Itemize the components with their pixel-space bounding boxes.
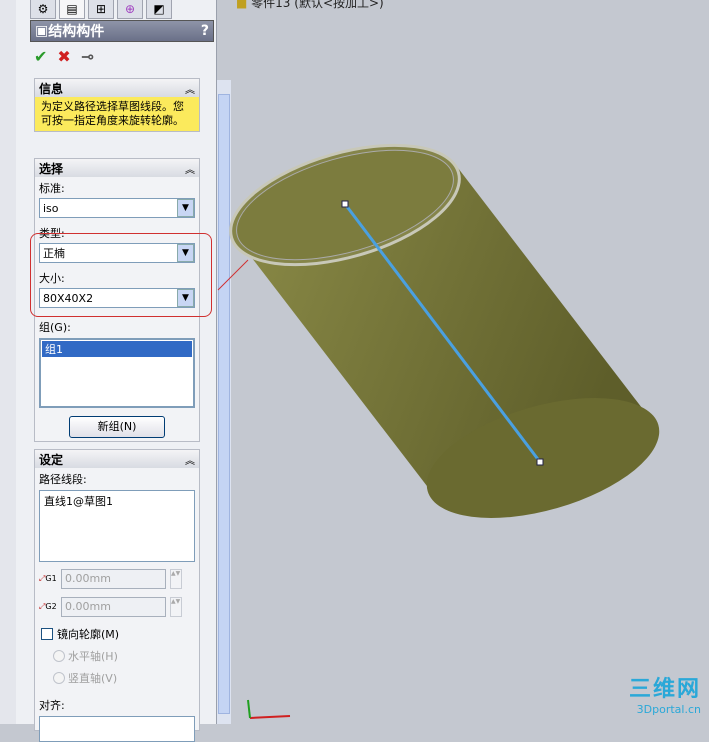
watermark-logo: 三维网 3Dportal.cn (629, 671, 701, 716)
sketch-endpoint[interactable] (341, 200, 349, 208)
watermark-text: 三维网 (628, 677, 701, 702)
sketch-endpoint[interactable] (536, 458, 544, 466)
triad-icon (247, 699, 291, 719)
watermark-subtext: 3Dportal.cn (636, 703, 701, 716)
3d-viewport[interactable] (0, 0, 709, 724)
annotation-arrow (217, 259, 249, 291)
